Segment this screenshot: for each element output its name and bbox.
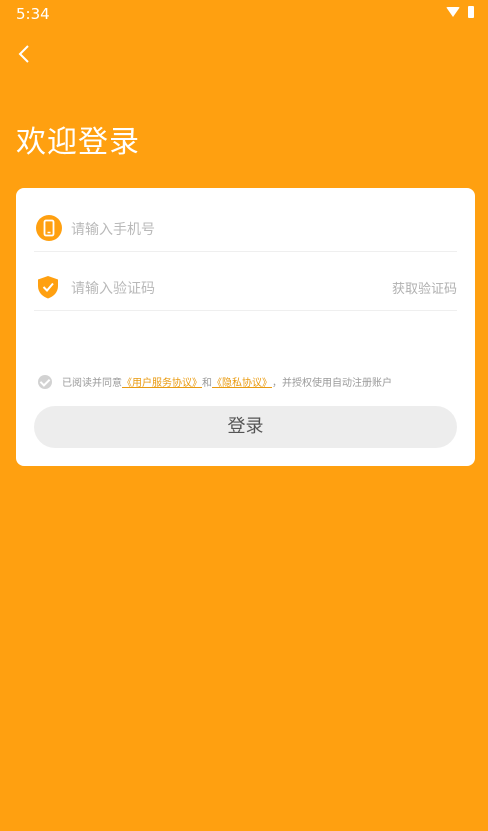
- phone-input[interactable]: 请输入手机号: [71, 219, 155, 239]
- code-field[interactable]: 请输入验证码 获取验证码: [34, 264, 457, 311]
- agreement-suffix: ，并授权使用自动注册账户: [272, 378, 392, 389]
- code-input[interactable]: 请输入验证码: [71, 278, 155, 298]
- get-code-button[interactable]: 获取验证码: [392, 278, 457, 297]
- phone-field[interactable]: 请输入手机号: [34, 205, 457, 252]
- status-icons: [446, 6, 474, 18]
- privacy-policy-link[interactable]: 《隐私协议》: [212, 374, 272, 389]
- page-title: 欢迎登录: [16, 125, 140, 160]
- back-button[interactable]: [14, 40, 38, 68]
- agreement-prefix: 已阅读并同意: [62, 378, 122, 389]
- login-button[interactable]: 登录: [34, 406, 457, 448]
- agreement-and: 和: [202, 378, 212, 389]
- status-bar: 5:34: [0, 0, 488, 28]
- agreement-row: 已阅读并同意 《用户服务协议》 和 《隐私协议》 ，并授权使用自动注册账户: [38, 374, 468, 389]
- wifi-icon: [446, 7, 460, 17]
- user-agreement-link[interactable]: 《用户服务协议》: [122, 374, 202, 389]
- chevron-left-icon: [18, 45, 29, 63]
- agree-checkbox[interactable]: [38, 374, 52, 389]
- status-time: 5:34: [16, 5, 50, 23]
- phone-icon: [36, 215, 62, 241]
- battery-icon: [468, 6, 474, 18]
- shield-check-icon: [36, 274, 60, 300]
- login-card: 请输入手机号 请输入验证码 获取验证码 已阅读并同意 《用户服务协议》 和 《隐…: [16, 188, 475, 466]
